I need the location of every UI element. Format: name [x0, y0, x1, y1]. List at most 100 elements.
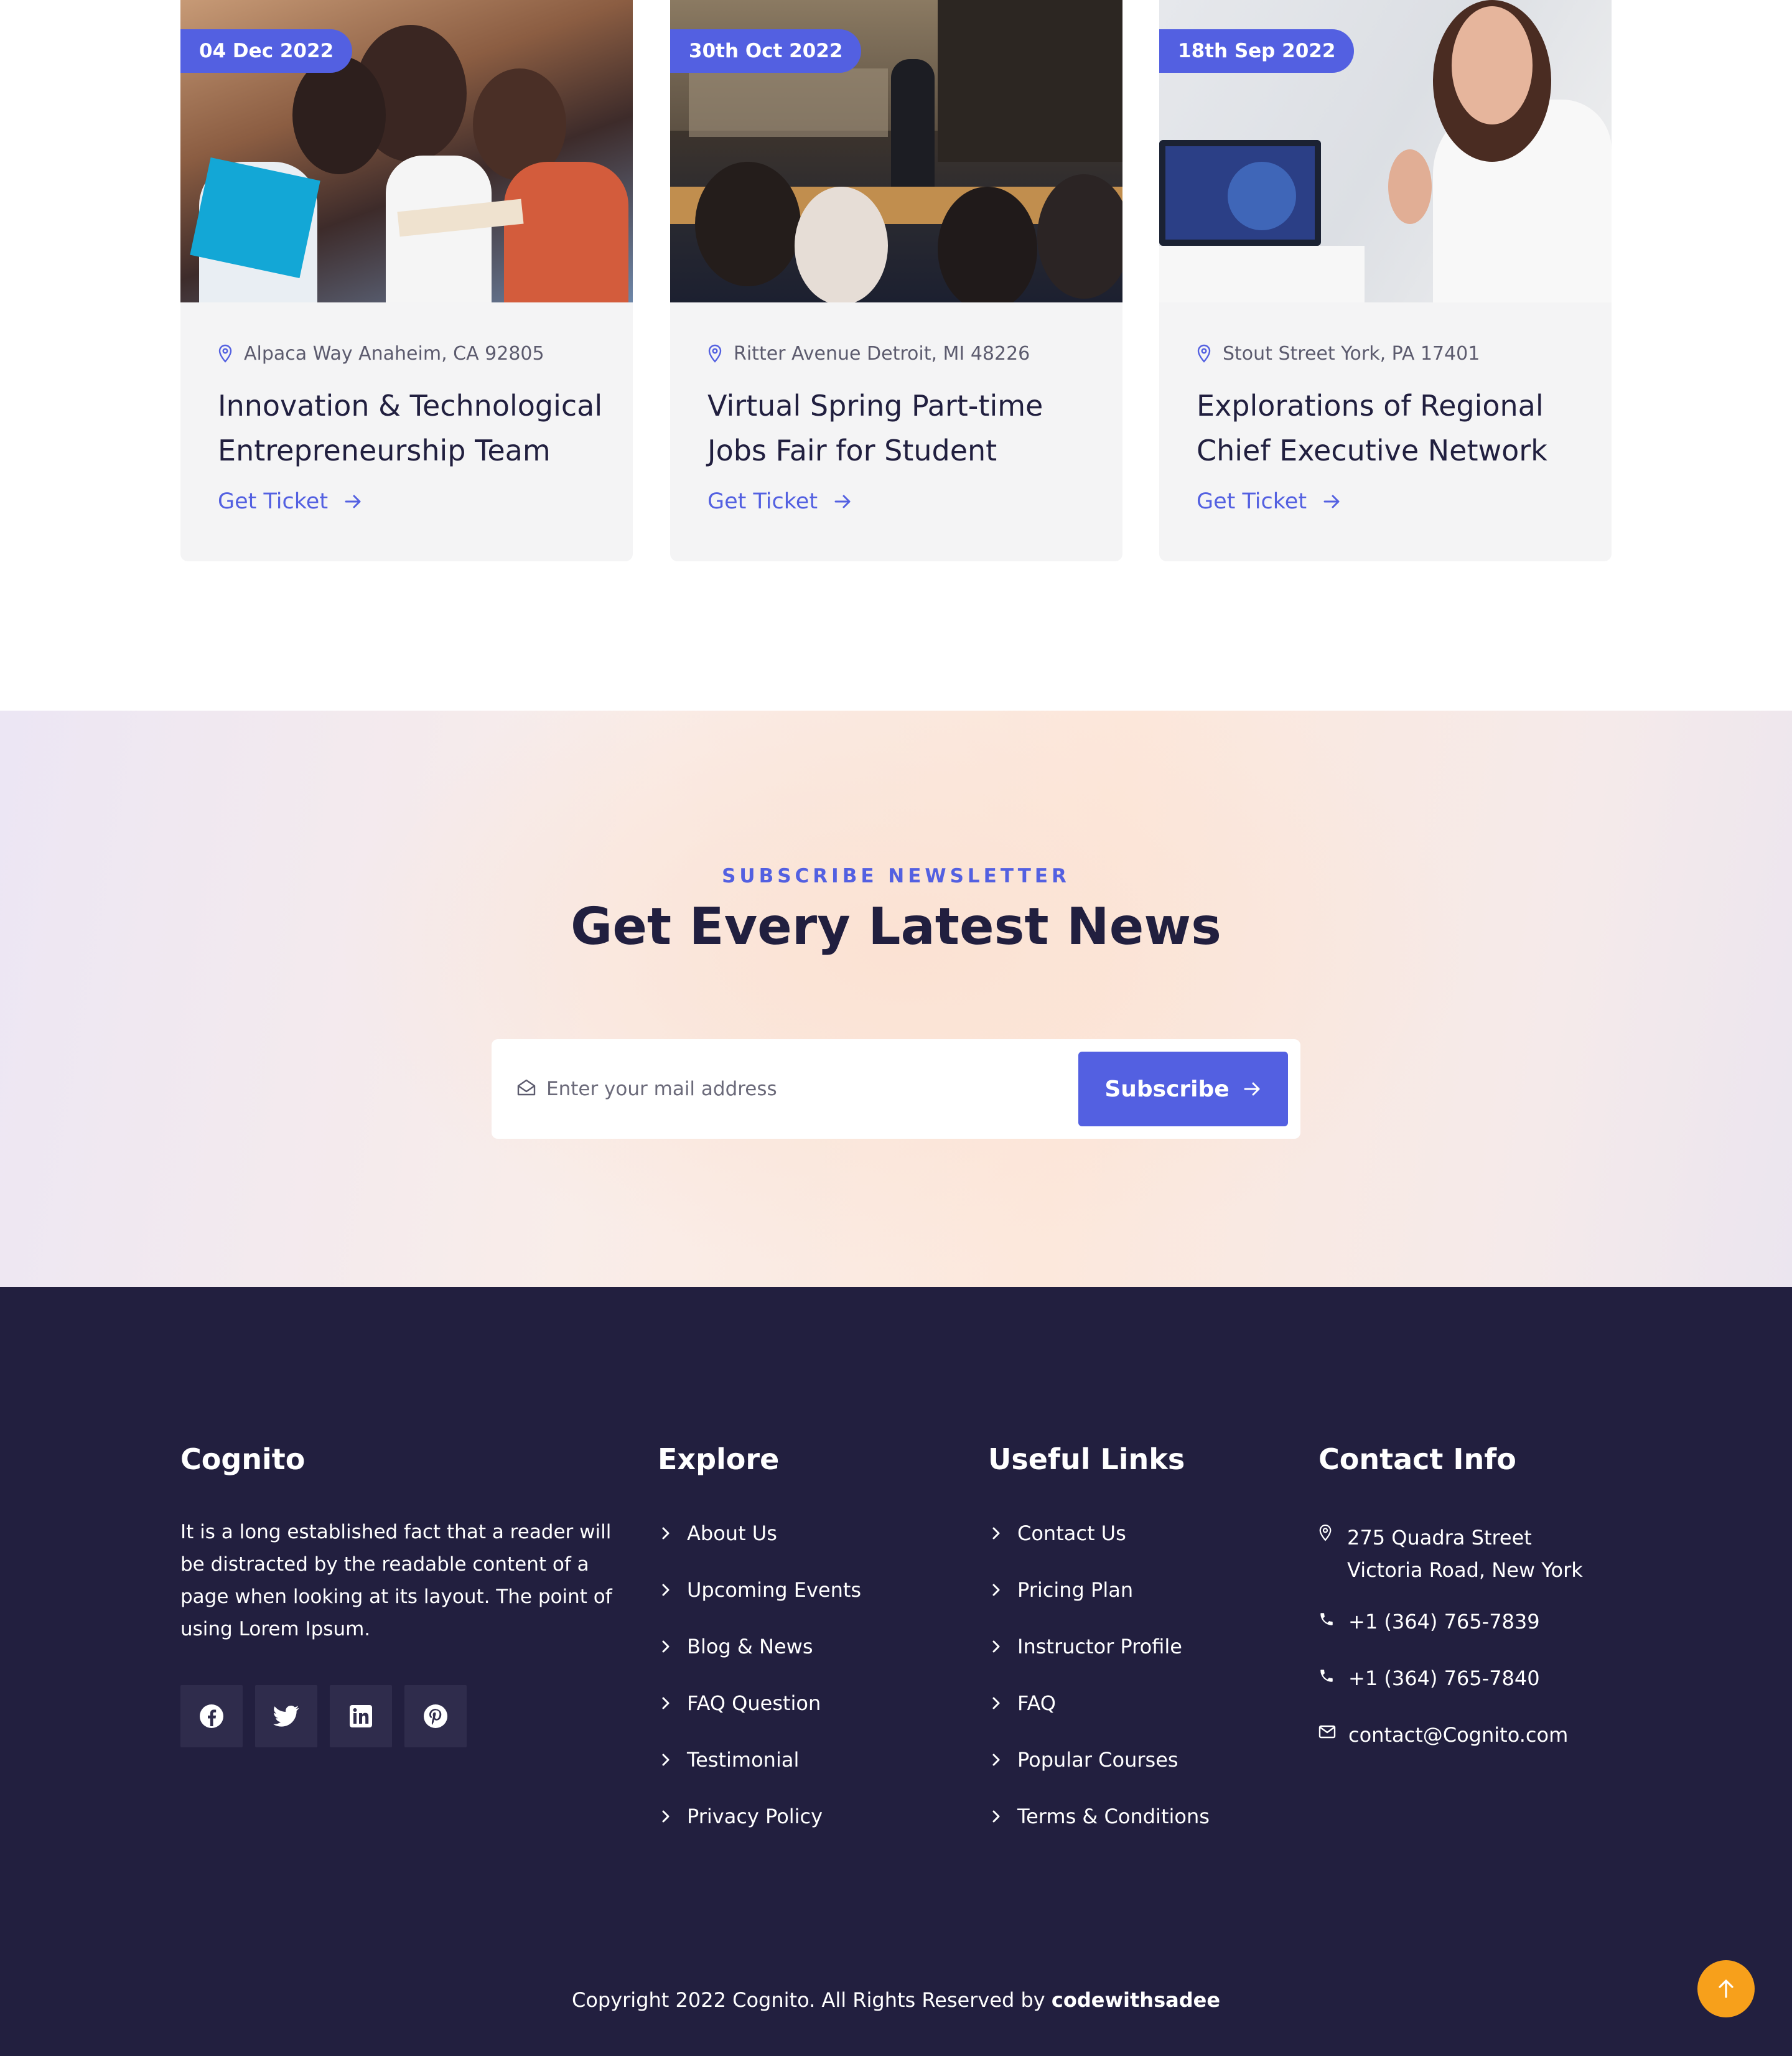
- get-ticket-link[interactable]: Get Ticket: [1197, 489, 1342, 514]
- contact-phone-2[interactable]: +1 (364) 765-7840: [1318, 1666, 1605, 1723]
- linkedin-icon: [350, 1705, 372, 1727]
- event-date-badge: 18th Sep 2022: [1159, 29, 1355, 73]
- chevron-right-icon: [992, 1754, 1000, 1766]
- get-ticket-link[interactable]: Get Ticket: [707, 489, 852, 514]
- email-field[interactable]: [546, 1064, 1057, 1114]
- newsletter-section: SUBSCRIBE NEWSLETTER Get Every Latest Ne…: [0, 711, 1792, 1287]
- contact-info-heading: Contact Info: [1318, 1442, 1516, 1476]
- mail-icon: [1318, 1725, 1336, 1739]
- footer-brand[interactable]: Cognito: [180, 1442, 305, 1476]
- arrow-right-icon: [834, 495, 851, 508]
- event-title[interactable]: Innovation & Technological Entrepreneurs…: [218, 383, 616, 473]
- arrow-right-icon: [345, 495, 361, 508]
- chevron-right-icon: [662, 1527, 670, 1540]
- explore-links: About Us Upcoming Events Blog & News FAQ…: [661, 1521, 861, 1861]
- event-location: Ritter Avenue Detroit, MI 48226: [707, 341, 1030, 366]
- footer-link-contact-us[interactable]: Contact Us: [991, 1521, 1210, 1578]
- pinterest-button[interactable]: [404, 1685, 467, 1747]
- newsletter-form: Subscribe: [492, 1039, 1300, 1139]
- chevron-right-icon: [992, 1584, 1000, 1596]
- footer-link-label: Terms & Conditions: [1017, 1805, 1210, 1828]
- get-ticket-label: Get Ticket: [1197, 489, 1307, 514]
- chevron-right-icon: [992, 1527, 1000, 1540]
- twitter-button[interactable]: [255, 1685, 317, 1747]
- subscribe-button[interactable]: Subscribe: [1078, 1052, 1288, 1126]
- mail-open-icon: [517, 1079, 536, 1096]
- explore-heading: Explore: [658, 1442, 780, 1476]
- newsletter-kicker: SUBSCRIBE NEWSLETTER: [722, 865, 1070, 887]
- footer-link-label: Contact Us: [1017, 1521, 1126, 1545]
- footer-link-label: Upcoming Events: [687, 1578, 862, 1602]
- site-footer: Cognito It is a long established fact th…: [0, 1287, 1792, 2056]
- footer-link-label: About Us: [687, 1521, 777, 1545]
- events-section: 04 Dec 2022 Alpaca Way Anaheim, CA 92805…: [0, 0, 1792, 711]
- contact-phone-1[interactable]: +1 (364) 765-7839: [1318, 1610, 1605, 1666]
- event-card: 04 Dec 2022 Alpaca Way Anaheim, CA 92805…: [180, 0, 633, 561]
- pinterest-icon: [424, 1704, 447, 1728]
- footer-link-instructor-profile[interactable]: Instructor Profile: [991, 1635, 1210, 1691]
- footer-link-label: Popular Courses: [1017, 1748, 1178, 1772]
- event-title[interactable]: Explorations of Regional Chief Executive…: [1197, 383, 1595, 473]
- contact-address: 275 Quadra Street Victoria Road, New Yor…: [1318, 1521, 1605, 1610]
- chevron-right-icon: [662, 1640, 670, 1653]
- footer-link-faq[interactable]: FAQ: [991, 1691, 1210, 1748]
- footer-contact-column: Contact Info: [1318, 1442, 1516, 1476]
- footer-link-label: Blog & News: [687, 1635, 813, 1658]
- chevron-right-icon: [992, 1640, 1000, 1653]
- footer-link-terms-conditions[interactable]: Terms & Conditions: [991, 1805, 1210, 1861]
- linkedin-button[interactable]: [330, 1685, 392, 1747]
- arrow-right-icon: [1323, 495, 1340, 508]
- arrow-right-icon: [1244, 1082, 1260, 1096]
- event-card: 18th Sep 2022 Stout Street York, PA 1740…: [1159, 0, 1612, 561]
- copyright-text: Copyright 2022 Cognito. All Rights Reser…: [571, 1988, 1052, 2012]
- event-location-text: Alpaca Way Anaheim, CA 92805: [244, 342, 544, 365]
- footer-link-popular-courses[interactable]: Popular Courses: [991, 1748, 1210, 1805]
- chevron-right-icon: [662, 1584, 670, 1596]
- footer-about-text: It is a long established fact that a rea…: [180, 1521, 612, 1640]
- footer-link-upcoming-events[interactable]: Upcoming Events: [661, 1578, 861, 1635]
- contact-info-list: 275 Quadra Street Victoria Road, New Yor…: [1318, 1521, 1605, 1780]
- get-ticket-link[interactable]: Get Ticket: [218, 489, 363, 514]
- event-title[interactable]: Virtual Spring Part-time Jobs Fair for S…: [707, 383, 1106, 473]
- location-pin-icon: [1197, 344, 1211, 363]
- subscribe-button-label: Subscribe: [1104, 1076, 1230, 1102]
- contact-email[interactable]: contact@Cognito.com: [1318, 1723, 1605, 1780]
- get-ticket-label: Get Ticket: [218, 489, 329, 514]
- phone-icon: [1320, 1670, 1333, 1682]
- contact-phone-text: +1 (364) 765-7839: [1348, 1610, 1540, 1633]
- footer-link-about-us[interactable]: About Us: [661, 1521, 861, 1578]
- copyright-author-link[interactable]: codewithsadee: [1052, 1988, 1220, 2012]
- footer-link-blog-news[interactable]: Blog & News: [661, 1635, 861, 1691]
- chevron-right-icon: [992, 1697, 1000, 1709]
- event-date-badge: 04 Dec 2022: [180, 29, 353, 73]
- footer-link-testimonial[interactable]: Testimonial: [661, 1748, 861, 1805]
- location-pin-icon: [1319, 1524, 1332, 1541]
- chevron-right-icon: [662, 1810, 670, 1823]
- location-pin-icon: [708, 344, 722, 363]
- useful-links-heading: Useful Links: [988, 1442, 1185, 1476]
- event-location: Stout Street York, PA 17401: [1197, 341, 1480, 366]
- facebook-icon: [200, 1704, 223, 1728]
- twitter-icon: [273, 1705, 299, 1727]
- useful-links: Contact Us Pricing Plan Instructor Profi…: [991, 1521, 1210, 1861]
- copyright: Copyright 2022 Cognito. All Rights Reser…: [0, 1988, 1792, 2012]
- chevron-right-icon: [992, 1810, 1000, 1823]
- footer-link-faq-question[interactable]: FAQ Question: [661, 1691, 861, 1748]
- social-links: [180, 1685, 479, 1747]
- get-ticket-label: Get Ticket: [707, 489, 818, 514]
- contact-phone-text: +1 (364) 765-7840: [1348, 1666, 1540, 1690]
- contact-address-text: 275 Quadra Street Victoria Road, New Yor…: [1347, 1526, 1583, 1582]
- footer-link-pricing-plan[interactable]: Pricing Plan: [991, 1578, 1210, 1635]
- arrow-up-icon: [1719, 1979, 1734, 1998]
- facebook-button[interactable]: [180, 1685, 243, 1747]
- event-date-badge: 30th Oct 2022: [670, 29, 862, 73]
- footer-link-label: FAQ Question: [687, 1691, 821, 1715]
- back-to-top-button[interactable]: [1697, 1960, 1755, 2017]
- footer-link-label: Instructor Profile: [1017, 1635, 1182, 1658]
- footer-link-label: Privacy Policy: [687, 1805, 823, 1828]
- event-card: 30th Oct 2022 Ritter Avenue Detroit, MI …: [670, 0, 1122, 561]
- footer-explore-column: Explore: [658, 1442, 779, 1476]
- event-location-text: Ritter Avenue Detroit, MI 48226: [734, 342, 1030, 365]
- footer-link-privacy-policy[interactable]: Privacy Policy: [661, 1805, 861, 1861]
- footer-useful-column: Useful Links: [988, 1442, 1185, 1476]
